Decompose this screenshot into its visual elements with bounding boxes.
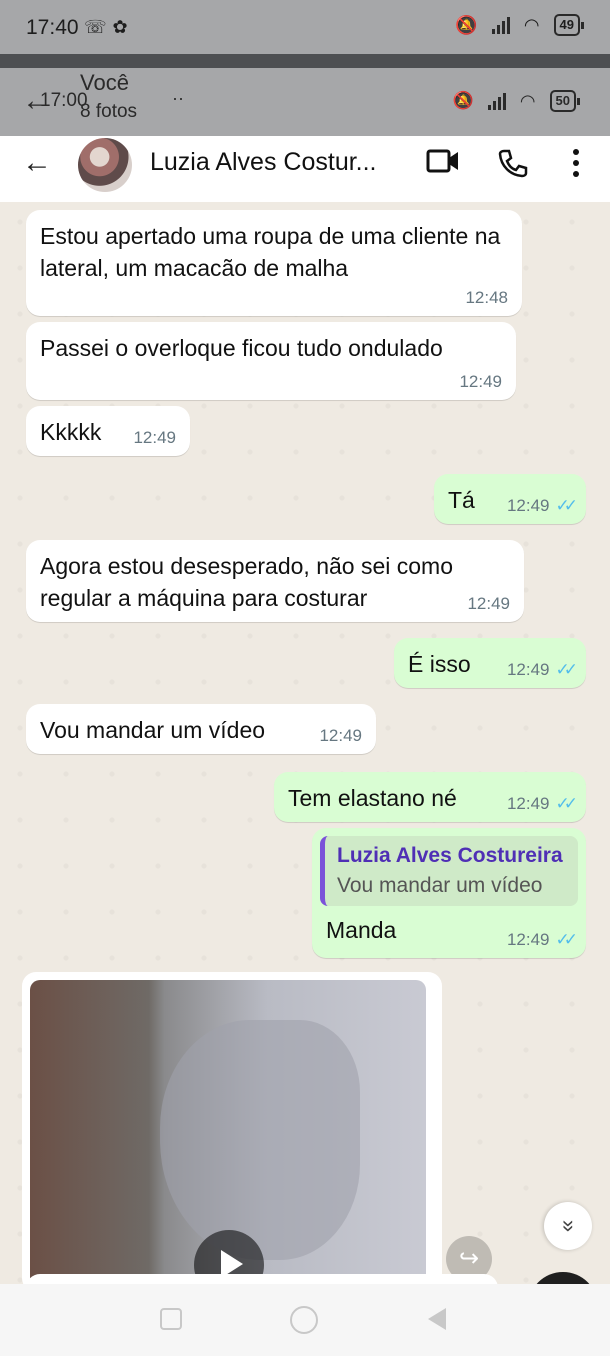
message-incoming[interactable]: Kkkkk 12:49 <box>26 406 190 456</box>
overlay-more: ·· <box>172 88 184 108</box>
status-divider <box>0 54 610 68</box>
message-outgoing[interactable]: Tá 12:49 ✓✓ <box>434 474 586 524</box>
overlay-wifi-icon: ◠ <box>519 90 536 111</box>
recent-apps-icon[interactable] <box>160 1308 182 1330</box>
message-text: Vou mandar um vídeo <box>40 717 266 743</box>
overlay-title: Você <box>80 70 129 95</box>
notification-icons: ☏✿ <box>84 17 134 37</box>
thumbnail-fabric <box>160 1020 360 1260</box>
overlay-header: ← 17:00 Você 8 fotos ·· 🔕 ◠ 50 <box>0 68 610 136</box>
read-ticks-icon: ✓✓ <box>555 496 578 515</box>
chat-area[interactable]: Estou apertado uma roupa de uma cliente … <box>0 202 610 1284</box>
wifi-icon: ◠ <box>523 14 540 35</box>
message-incoming[interactable]: Passei o overloque ficou tudo ondulado 1… <box>26 322 516 400</box>
video-message[interactable] <box>22 972 442 1284</box>
message-text: Estou apertado uma roupa de uma cliente … <box>40 223 501 281</box>
overlay-signal-icon <box>487 92 506 110</box>
system-nav-bar <box>0 1284 610 1356</box>
message-time: 12:49 <box>506 660 550 679</box>
message-text: Agora estou desesperado, não sei como re… <box>40 553 453 611</box>
message-incoming[interactable]: Agora estou desesperado, não sei como re… <box>26 540 524 622</box>
message-outgoing[interactable]: Tem elastano né 12:49 ✓✓ <box>274 772 586 822</box>
message-text: Passei o overloque ficou tudo ondulado <box>40 335 443 361</box>
battery-icon: 49 <box>553 14 585 36</box>
status-bar: 17:40 ☏✿ 🔕 ◠ 49 <box>0 0 610 54</box>
read-ticks-icon: ✓✓ <box>555 794 578 813</box>
quoted-sender: Luzia Alves Costureira <box>337 844 563 867</box>
read-ticks-icon: ✓✓ <box>555 660 578 679</box>
overlay-status-icons: 🔕 ◠ 50 <box>452 90 581 112</box>
nav-back-icon[interactable] <box>428 1308 446 1330</box>
message-incoming[interactable]: Estou apertado uma roupa de uma cliente … <box>26 210 522 316</box>
video-thumbnail[interactable] <box>30 980 426 1284</box>
quoted-text: Vou mandar um vídeo <box>337 874 543 897</box>
message-outgoing[interactable]: É isso 12:49 ✓✓ <box>394 638 586 688</box>
message-time: 12:49 <box>319 726 362 745</box>
signal-icon <box>491 16 510 34</box>
home-icon[interactable] <box>290 1306 318 1334</box>
status-time: 17:40 <box>26 16 79 39</box>
overlay-mute-icon: 🔕 <box>452 91 474 110</box>
overlay-battery-icon: 50 <box>549 90 581 112</box>
message-time: 12:49 <box>459 372 502 391</box>
message-time: 12:49 <box>133 428 176 447</box>
quoted-message[interactable]: Luzia Alves Costureira Vou mandar um víd… <box>320 836 578 906</box>
status-right-icons: 🔕 ◠ 49 <box>455 14 585 36</box>
message-incoming[interactable]: Vou mandar um vídeo 12:49 <box>26 704 376 754</box>
phone-icon[interactable] <box>498 148 528 178</box>
more-vertical-icon[interactable] <box>566 148 586 178</box>
message-time: 12:49 <box>467 594 510 613</box>
contact-name[interactable]: Luzia Alves Costur... <box>150 148 377 177</box>
message-time: 12:49 <box>506 794 550 813</box>
mute-icon: 🔕 <box>455 14 478 35</box>
chat-header: ← Luzia Alves Costur... <box>0 136 610 202</box>
message-outgoing-reply[interactable]: Luzia Alves Costureira Vou mandar um víd… <box>312 828 586 958</box>
scroll-down-icon[interactable]: » <box>544 1202 592 1250</box>
video-camera-icon[interactable] <box>426 148 460 174</box>
message-time: 12:49 <box>506 930 550 949</box>
message-time: 12:49 <box>506 496 550 515</box>
back-arrow-icon[interactable]: ← <box>22 146 52 180</box>
contact-avatar[interactable] <box>78 138 132 192</box>
read-ticks-icon: ✓✓ <box>555 930 578 949</box>
overlay-subtitle: 8 fotos <box>80 101 138 122</box>
message-time: 12:48 <box>465 288 508 307</box>
